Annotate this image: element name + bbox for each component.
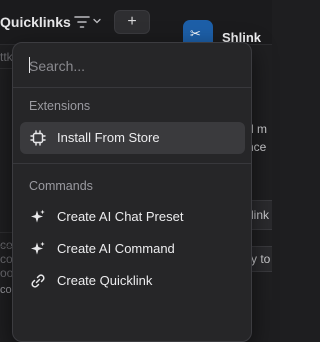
background-text: link <box>251 208 270 222</box>
menu-item-create-quicklink[interactable]: Create Quicklink <box>20 265 245 297</box>
section-label-commands: Commands <box>29 179 93 193</box>
chevron-down-icon[interactable] <box>93 18 101 24</box>
link-icon <box>31 274 45 288</box>
section-label-extensions: Extensions <box>29 99 91 113</box>
menu-item-create-ai-chat-preset[interactable]: Create AI Chat Preset <box>20 201 245 233</box>
background-text: y to <box>251 252 271 266</box>
add-menu-popover: Extensions Install From Store Commands C… <box>12 42 252 342</box>
text-caret <box>29 57 30 73</box>
divider <box>13 163 251 164</box>
menu-item-label: Create Quicklink <box>57 273 153 288</box>
plugin-icon <box>30 130 46 146</box>
scissors-icon: ✂ <box>190 26 201 41</box>
divider <box>13 87 251 88</box>
page-title: Quicklinks <box>0 14 71 30</box>
menu-item-label: Create AI Chat Preset <box>57 209 184 224</box>
menu-item-install-from-store[interactable]: Install From Store <box>20 122 245 154</box>
search-row <box>13 43 251 87</box>
menu-item-label: Create AI Command <box>57 241 175 256</box>
search-input[interactable] <box>29 55 239 77</box>
sparkle-icon <box>31 209 45 223</box>
menu-item-create-ai-command[interactable]: Create AI Command <box>20 233 245 265</box>
sparkle-icon <box>31 241 45 255</box>
filter-icon[interactable] <box>74 15 90 29</box>
menu-item-label: Install From Store <box>57 130 160 145</box>
add-button[interactable]: + <box>114 10 150 34</box>
